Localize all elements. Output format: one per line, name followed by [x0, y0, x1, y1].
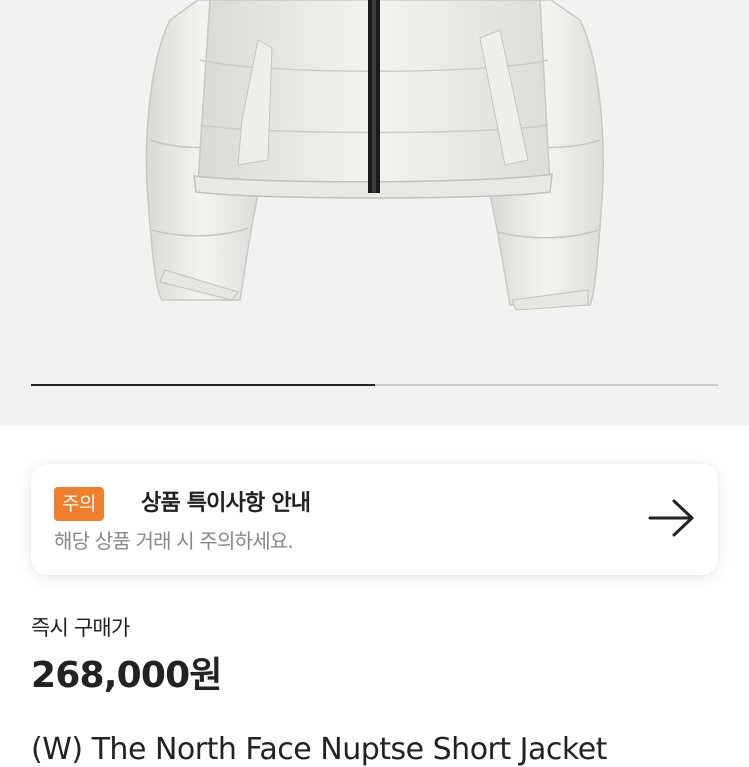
- notice-title: 상품 특이사항 안내: [141, 491, 311, 516]
- jacket-image: [145, 0, 604, 311]
- instant-buy-price-label: 즉시 구매가: [31, 616, 130, 640]
- gallery-progress-fill: [31, 384, 375, 386]
- product-title: (W) The North Face Nuptse Short Jacket: [31, 732, 607, 767]
- arrow-right-icon[interactable]: [648, 498, 696, 538]
- product-notice-card[interactable]: 주의 상품 특이사항 안내 해당 상품 거래 시 주의하세요.: [31, 464, 718, 575]
- product-image-gallery[interactable]: [0, 0, 749, 426]
- gallery-progress-track: [31, 384, 718, 386]
- caution-badge: 주의: [54, 487, 104, 521]
- instant-buy-price: 268,000원: [31, 655, 223, 696]
- notice-subtitle: 해당 상품 거래 시 주의하세요.: [54, 529, 294, 553]
